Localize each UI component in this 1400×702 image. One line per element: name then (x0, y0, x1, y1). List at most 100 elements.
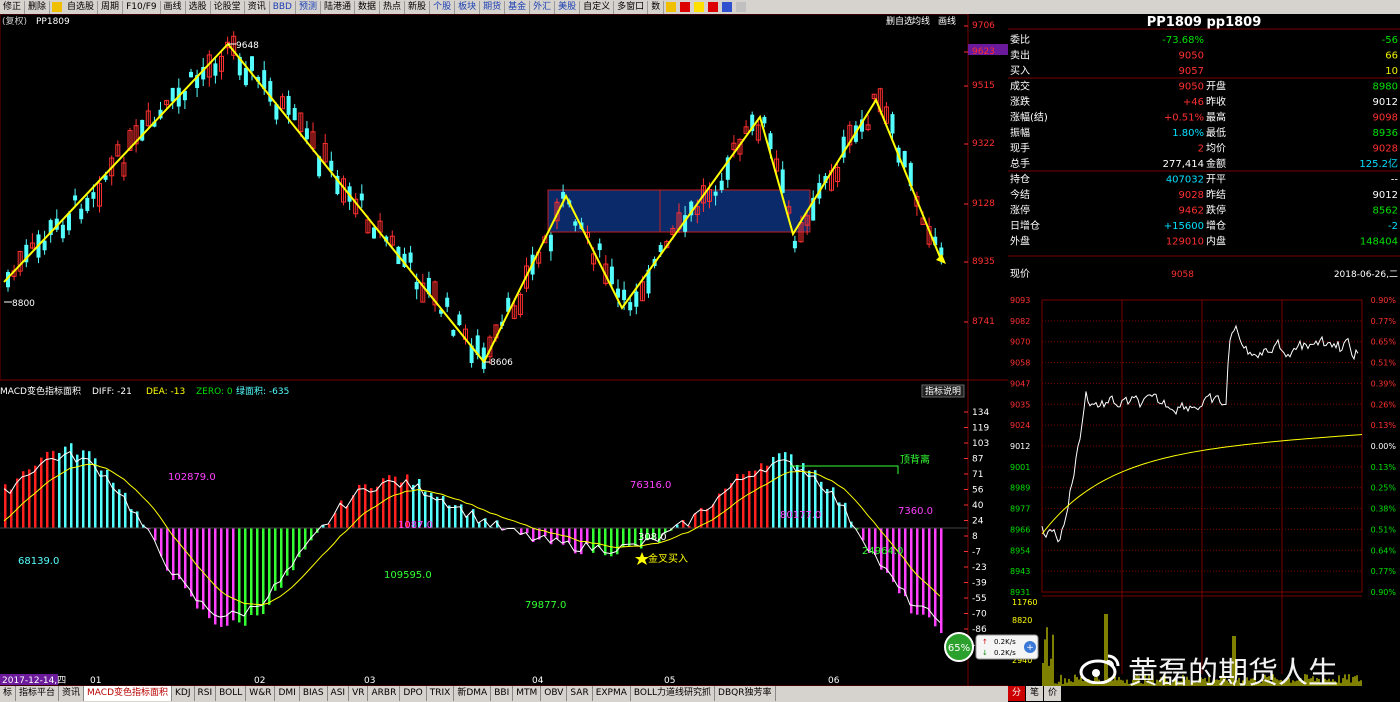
intraday-price: 9058 (1171, 270, 1194, 280)
intraday-right-tick: 0.77% (1371, 567, 1397, 576)
indicator-tab-5[interactable]: RSI (195, 686, 217, 701)
indicator-tab-18[interactable]: OBV (541, 686, 568, 701)
indicator-tab-16[interactable]: BBI (491, 686, 514, 701)
macd-bar (262, 528, 265, 614)
indicator-tab-15[interactable]: 新DMA (454, 686, 492, 701)
indicator-tab-4[interactable]: KDJ (172, 686, 195, 701)
indicator-tab-7[interactable]: W&R (246, 686, 276, 701)
indicator-tab-6[interactable]: BOLL (216, 686, 247, 701)
candle-down (457, 314, 462, 326)
toolbar-item-23[interactable]: 数 (648, 0, 665, 14)
indicator-tab-2[interactable]: 资讯 (59, 686, 85, 701)
macd-bar (34, 465, 37, 528)
toolbar-item-8[interactable]: 资讯 (245, 0, 270, 14)
toolbar-item-16[interactable]: 板块 (455, 0, 481, 14)
save-icon[interactable] (722, 2, 733, 12)
peak-low1-label: 8800 (12, 299, 35, 309)
indicator-tab-13[interactable]: DPO (400, 686, 427, 701)
toolbar-item-15[interactable]: 个股 (430, 0, 456, 14)
toolbar-item-12[interactable]: 数据 (355, 0, 381, 14)
indicator-tab-0[interactable]: 标 (0, 686, 17, 701)
indicator-tab-1[interactable]: 指标平台 (16, 686, 60, 701)
intraday-left-tick: 8943 (1010, 567, 1030, 576)
toolbar-item-1[interactable]: 删除 (25, 0, 51, 14)
macd-bar (718, 493, 721, 528)
quote-label-right: 金额 (1206, 157, 1226, 170)
intraday-right-tick: 0.38% (1371, 505, 1397, 514)
macd-tick-13: -70 (972, 610, 987, 620)
chart-area[interactable]: (复权) PP1809 删自选 均线 画线 9706 9623 9515 9322 9128 893… (0, 13, 1008, 687)
pencil-icon[interactable] (680, 2, 691, 12)
color-icon[interactable] (694, 2, 705, 12)
macd-bar (190, 528, 193, 597)
kline-chart[interactable]: (复权) PP1809 删自选均线 画线 9706 9623 9515 9322 9128 893… (0, 13, 1008, 687)
toolbar-item-14[interactable]: 新股 (405, 0, 431, 14)
candle-down (304, 128, 309, 140)
macd-bar (922, 528, 925, 615)
candle-down (359, 193, 364, 201)
toolbar-item-21[interactable]: 自定义 (580, 0, 615, 14)
indicator-tab-10[interactable]: ASI (328, 686, 350, 701)
toolbar-item-10[interactable]: 预测 (296, 0, 321, 14)
toolbar-item-7[interactable]: 论股堂 (211, 0, 245, 14)
intraday-right-tick: 0.25% (1371, 484, 1397, 493)
toolbar-item-3[interactable]: 周期 (98, 0, 124, 14)
toolbar-item-4[interactable]: F10/F9 (123, 0, 161, 14)
candle-down (286, 95, 291, 115)
right-tab-0[interactable]: 分 (1008, 686, 1026, 701)
toolbar-item-18[interactable]: 基金 (505, 0, 531, 14)
indicator-tab-22[interactable]: DBQR独芳率 (715, 686, 776, 701)
candle-down (713, 191, 718, 196)
indicator-tab-11[interactable]: VR (349, 686, 369, 701)
toolbar-item-9[interactable]: BBD (270, 0, 296, 14)
indicator-tab-8[interactable]: DMI (275, 686, 300, 701)
delete-icon[interactable] (708, 2, 719, 12)
right-tab-1[interactable]: 笔 (1026, 686, 1044, 701)
network-speed-widget[interactable]: 65% ↑ 0.2K/s ↓ 0.2K/s + (942, 632, 1040, 662)
toolbar-item-17[interactable]: 期货 (480, 0, 506, 14)
indicator-tab-21[interactable]: BOLL力道线研究抓 (631, 686, 716, 701)
macd-bar (544, 528, 547, 537)
cursor-icon[interactable] (666, 2, 677, 12)
quote-row: 委比 -73.68% -56 (1010, 33, 1398, 46)
macd-bar (118, 489, 121, 528)
toolbar-item-2[interactable]: 自选股 (64, 0, 99, 14)
indicator-tab-3[interactable]: MACD变色指标面积 (84, 686, 173, 701)
indicator-tab-14[interactable]: TRIX (427, 686, 455, 701)
indicator-tab-17[interactable]: MTM (513, 686, 542, 701)
toolbar-item-20[interactable]: 美股 (555, 0, 581, 14)
quote-value: 9050 (1179, 51, 1204, 62)
settings-icon[interactable] (736, 2, 747, 12)
macd-bar (202, 528, 205, 610)
toolbar-item-0[interactable]: 修正 (0, 0, 26, 14)
toolbar-item-13[interactable]: 热点 (380, 0, 406, 14)
candle-down (445, 297, 450, 307)
indicator-tab-20[interactable]: EXPMA (593, 686, 631, 701)
macd-bar (940, 528, 943, 634)
macd-bar (928, 528, 931, 618)
quote-value-right: 8980 (1373, 82, 1398, 93)
indicator-tab-19[interactable]: SAR (567, 686, 593, 701)
candle-down (189, 71, 193, 78)
quote-label: 外盘 (1010, 235, 1030, 248)
toolbar-item-11[interactable]: 陆港通 (321, 0, 356, 14)
toolbar-item-19[interactable]: 外汇 (530, 0, 556, 14)
macd-bar (454, 505, 457, 528)
toolbar-item-5[interactable]: 画线 (161, 0, 186, 14)
toolbar-item-6[interactable]: 选股 (186, 0, 211, 14)
intraday-left-tick: 9070 (1010, 338, 1030, 347)
intraday-right-tick: 0.51% (1371, 359, 1397, 368)
right-tab-2[interactable]: 价 (1044, 686, 1062, 701)
toolbar-item-22[interactable]: 多窗口 (614, 0, 649, 14)
intraday-date: 2018-06-26,二 (1334, 270, 1398, 280)
quote-label: 总手 (1010, 157, 1030, 170)
quote-row: 卖出 9050 66 (1010, 49, 1398, 62)
quote-value: 129010 (1166, 237, 1204, 248)
candle-down (628, 302, 633, 311)
indicator-tab-9[interactable]: BIAS (300, 686, 328, 701)
indicator-tab-12[interactable]: ARBR (368, 686, 401, 701)
macd-bar (208, 528, 211, 619)
macd-bar (196, 528, 199, 609)
up-arrow-icon[interactable] (52, 2, 63, 12)
macd-tick-10: -23 (972, 563, 987, 573)
